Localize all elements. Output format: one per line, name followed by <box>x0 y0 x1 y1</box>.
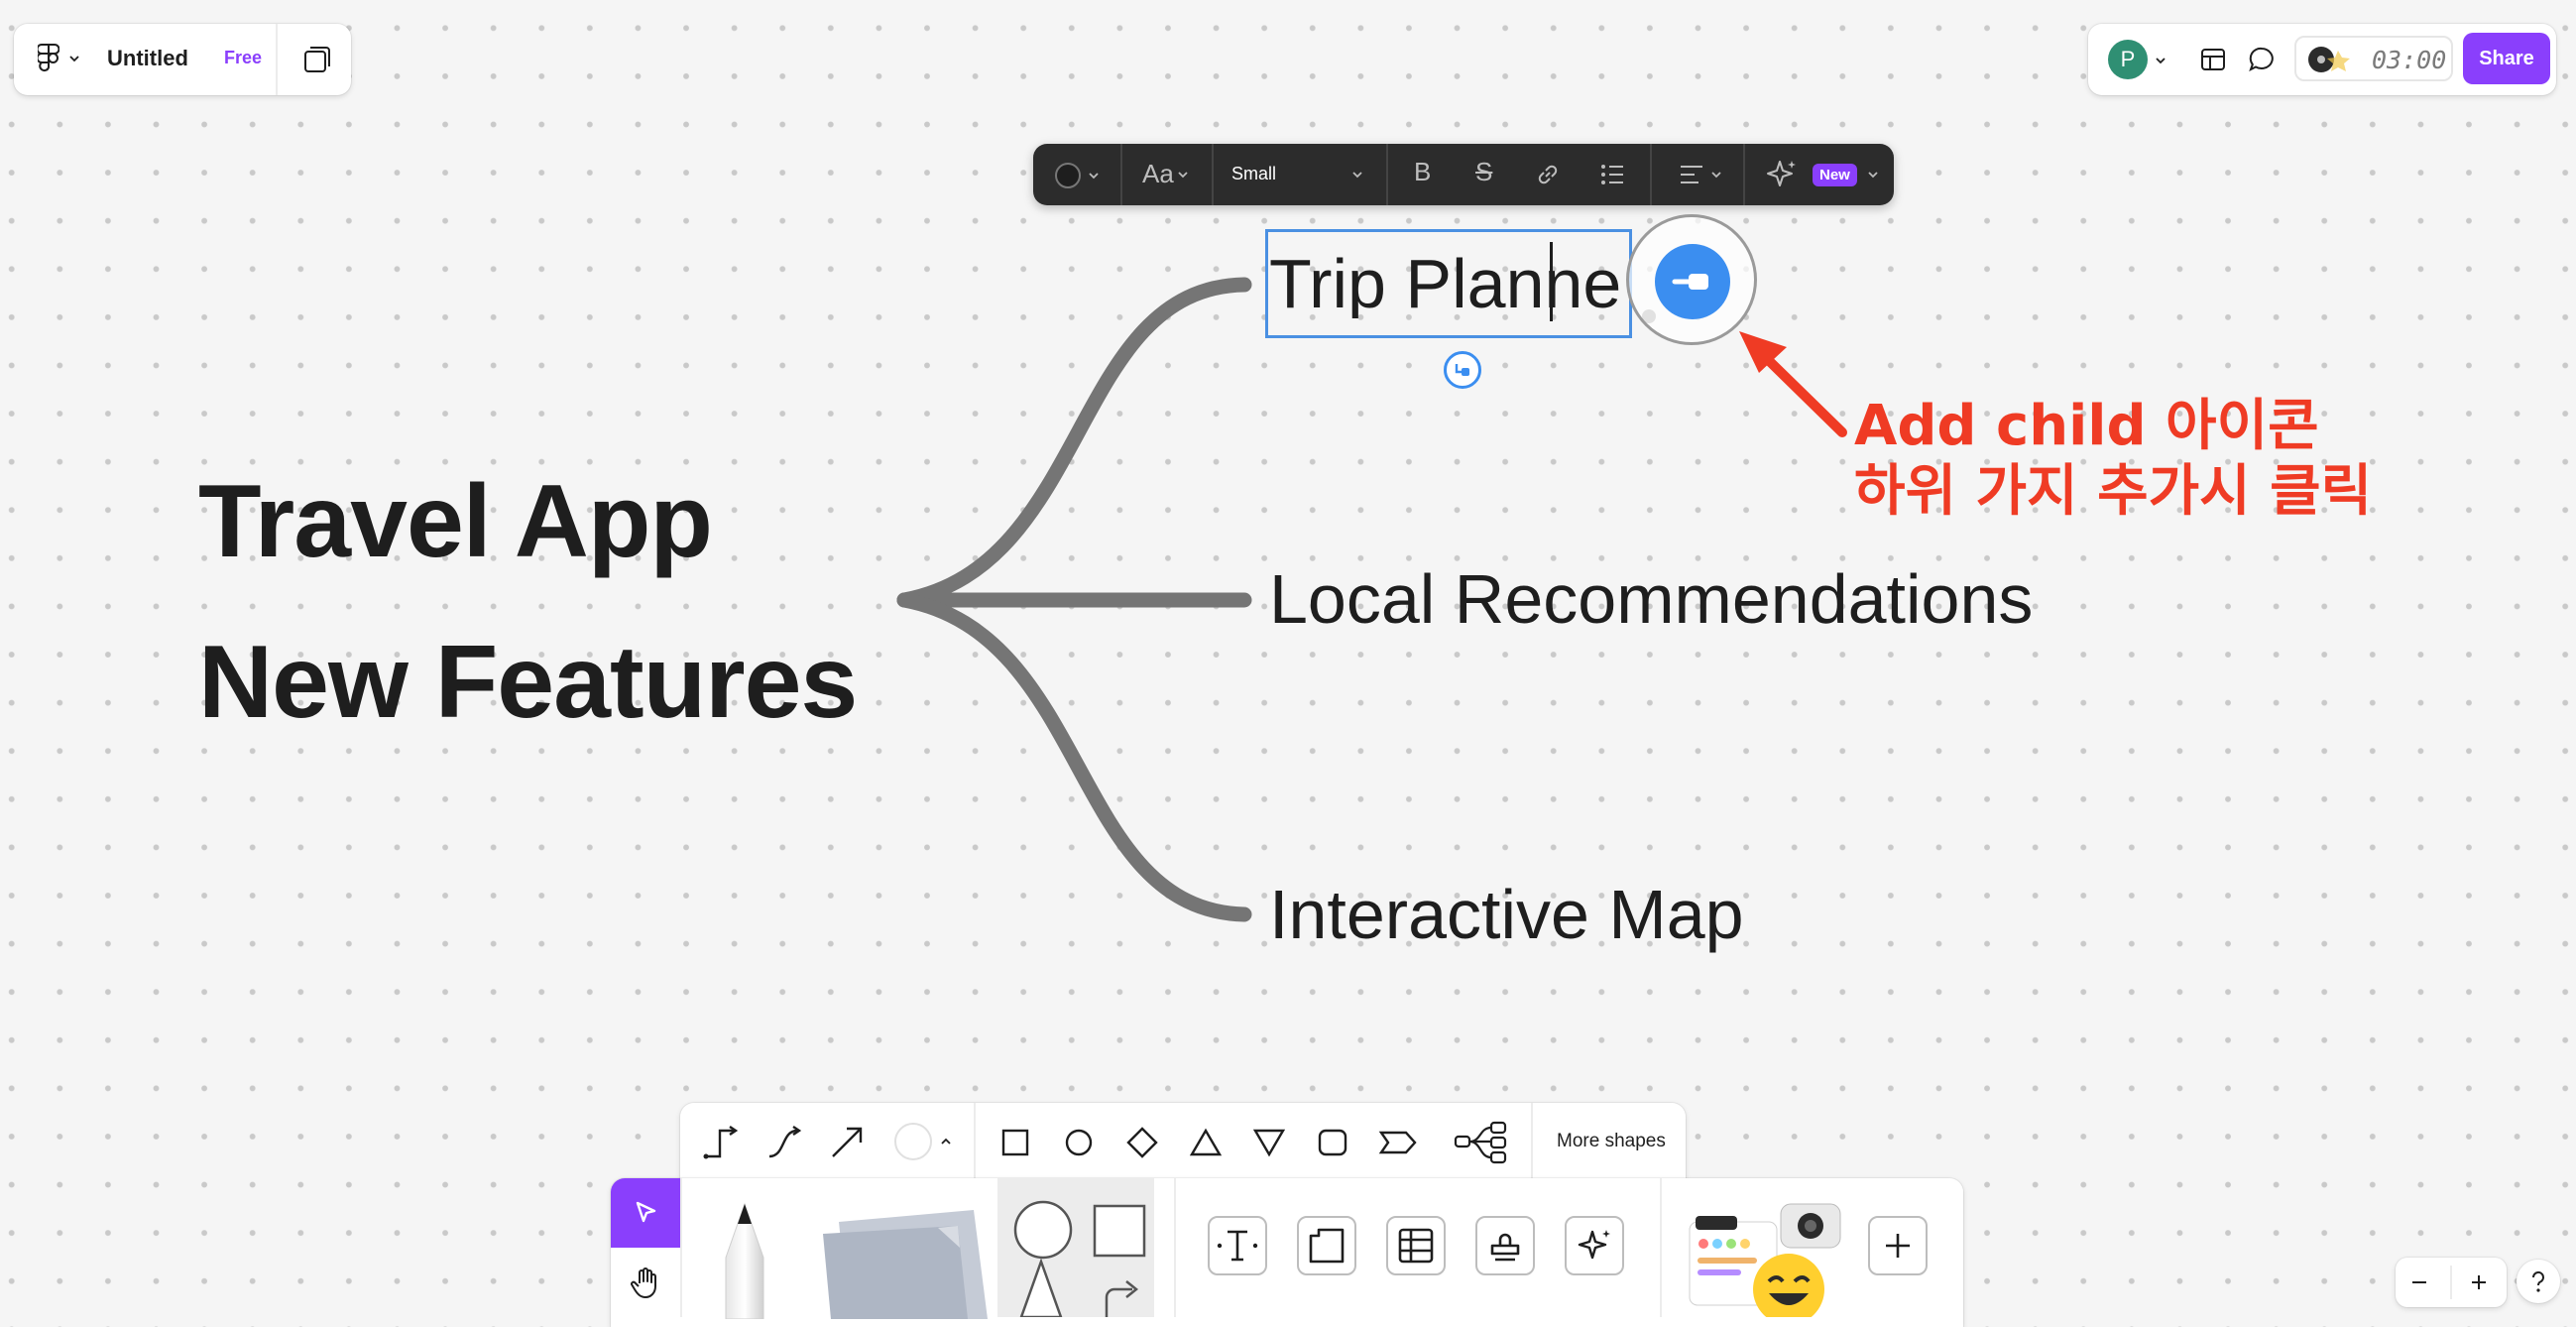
add-child-button[interactable] <box>1655 244 1730 319</box>
more-shapes-button[interactable]: More shapes <box>1557 1131 1666 1152</box>
hand-tool-button[interactable] <box>611 1248 680 1317</box>
curved-connector-icon[interactable] <box>763 1123 803 1162</box>
annotation-arrow-icon <box>1739 331 1847 437</box>
mindmap-root-line-1[interactable]: Travel App <box>198 470 713 573</box>
shapes-tool-icon <box>1013 1200 1146 1317</box>
stamp-tool-button[interactable] <box>1475 1216 1535 1275</box>
shapes-tool-button[interactable] <box>997 1178 1154 1317</box>
widgets-stickers-icon[interactable] <box>1682 1194 1860 1317</box>
more-tools-button[interactable] <box>1868 1216 1928 1275</box>
section-tool-button[interactable] <box>1297 1216 1356 1275</box>
add-child-icon <box>1672 274 1708 290</box>
text-tool-button[interactable] <box>1208 1216 1267 1275</box>
bottom-toolbar <box>611 1178 1963 1327</box>
branch-line-interactive-map <box>896 592 1252 922</box>
straight-arrow-icon[interactable] <box>827 1123 867 1162</box>
stamp-tool-icon <box>1490 1233 1520 1262</box>
help-icon <box>2531 1270 2544 1292</box>
divider <box>2450 1266 2452 1299</box>
plus-icon <box>1886 1234 1910 1258</box>
chevron-up-icon[interactable] <box>940 1137 952 1146</box>
cursor-arrow-icon <box>636 1201 656 1223</box>
shapes-toolbar: More shapes <box>680 1103 1686 1182</box>
diamond-shape-icon[interactable] <box>1126 1127 1158 1158</box>
zoom-in-icon[interactable] <box>2469 1272 2489 1292</box>
ai-sparkle-icon <box>1578 1230 1610 1260</box>
divider <box>1660 1178 1662 1317</box>
divider <box>1531 1103 1533 1182</box>
mindmap-shape-icon[interactable] <box>1454 1121 1509 1164</box>
select-tool-button[interactable] <box>611 1178 680 1248</box>
annotation-line-2: 하위 가지 추가시 클릭 <box>1854 459 2373 524</box>
square-shape-icon[interactable] <box>999 1127 1031 1158</box>
zoom-out-icon[interactable] <box>2409 1272 2429 1292</box>
circle-shape-icon[interactable] <box>1063 1127 1095 1158</box>
text-cursor <box>1550 242 1553 321</box>
zoom-controls <box>2396 1258 2507 1307</box>
ai-tool-button[interactable] <box>1565 1216 1624 1275</box>
pencil-tool-icon[interactable] <box>720 1200 769 1319</box>
mindmap-node-interactive-map[interactable]: Interactive Map <box>1269 880 1744 949</box>
branch-line-trip-planner <box>896 277 1252 608</box>
inverted-triangle-shape-icon[interactable] <box>1253 1127 1285 1158</box>
triangle-shape-icon[interactable] <box>1190 1127 1222 1158</box>
divider <box>1174 1178 1176 1317</box>
mindmap-root-line-2[interactable]: New Features <box>198 631 858 734</box>
divider <box>680 1178 682 1317</box>
table-tool-button[interactable] <box>1386 1216 1446 1275</box>
hand-icon <box>631 1267 656 1298</box>
help-button[interactable] <box>2517 1260 2560 1303</box>
branch-handle-icon <box>1455 364 1469 376</box>
mindmap-node-local-recommendations[interactable]: Local Recommendations <box>1269 564 2033 634</box>
tag-shape-icon[interactable] <box>1378 1127 1418 1158</box>
table-tool-icon <box>1398 1228 1434 1264</box>
mindmap-node-trip-planner[interactable]: Trip Planne <box>1269 249 1626 318</box>
divider <box>974 1103 976 1182</box>
section-tool-icon <box>1309 1228 1345 1264</box>
elbow-connector-icon[interactable] <box>700 1123 740 1162</box>
annotation-line-1: Add child 아이콘 <box>1854 394 2319 458</box>
reorder-handle[interactable] <box>1444 351 1481 389</box>
sticky-notes-tool-icon[interactable] <box>809 1204 997 1319</box>
rounded-rect-shape-icon[interactable] <box>1317 1127 1348 1158</box>
text-tool-icon <box>1217 1230 1258 1262</box>
shape-color-swatch[interactable] <box>894 1123 932 1160</box>
